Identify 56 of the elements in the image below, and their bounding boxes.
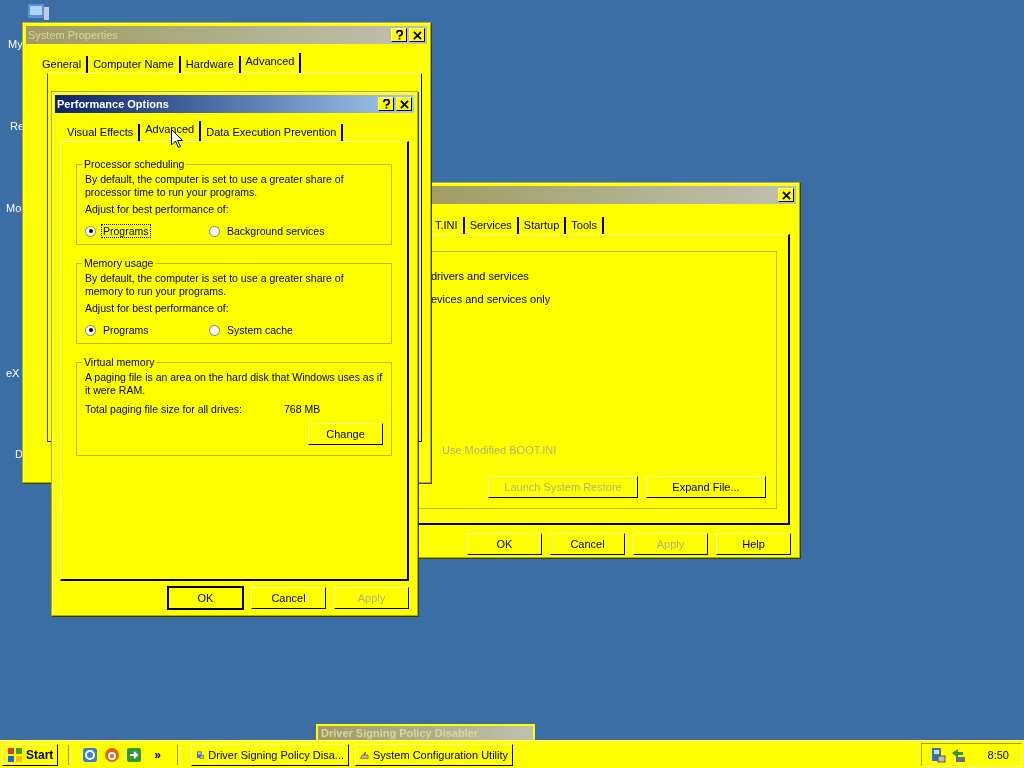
browser-icon[interactable]: [104, 746, 121, 763]
dialog-button[interactable]: OK: [467, 533, 542, 555]
group-title: Memory usage: [83, 257, 155, 269]
adjust-label: Adjust for best performance of:: [85, 302, 230, 315]
group-title: Virtual memory: [83, 356, 156, 368]
close-icon[interactable]: [409, 28, 425, 42]
radio-label[interactable]: Programs: [101, 323, 151, 337]
help-icon[interactable]: [378, 97, 394, 111]
tab[interactable]: Computer Name: [88, 56, 181, 73]
description-text: By default, the computer is set to use a greater share of processor time to run your programs.: [85, 173, 345, 199]
computer-icon[interactable]: [26, 4, 50, 20]
radio-button[interactable]: [209, 324, 220, 336]
tab[interactable]: Startup: [518, 217, 567, 234]
radio-button[interactable]: [85, 324, 96, 336]
group-title: Processor scheduling: [83, 158, 186, 170]
taskbar-button[interactable]: System Configuration Utility: [355, 743, 514, 766]
computer-icon[interactable]: [929, 746, 946, 763]
clock[interactable]: 8:50: [987, 748, 1009, 761]
close-icon[interactable]: [778, 188, 794, 202]
change-button[interactable]: Change: [308, 423, 383, 445]
description-text: By default, the computer is set to use a greater share of memory to run your programs.: [85, 272, 345, 298]
taskbar-button[interactable]: Driver Signing Policy Disa...: [191, 743, 350, 766]
start-button[interactable]: Start: [2, 743, 59, 766]
adjust-label: Adjust for best performance of:: [85, 203, 230, 216]
radio-label[interactable]: System cache: [225, 323, 295, 337]
tab[interactable]: Services: [464, 217, 519, 234]
close-icon[interactable]: [396, 97, 412, 111]
option-label[interactable]: drivers and services: [431, 270, 766, 282]
description-text: A paging file is an area on the hard disk that Windows uses as if it were RAM.: [85, 371, 383, 397]
total-value: 768 MB: [284, 403, 321, 415]
dialog-button[interactable]: Expand File...: [646, 476, 766, 498]
radio-label[interactable]: Programs: [101, 224, 151, 238]
tab[interactable]: Hardware: [180, 56, 241, 73]
windows-flag-icon: [7, 746, 23, 763]
dialog-button[interactable]: Cancel: [251, 587, 326, 609]
help-icon[interactable]: [391, 28, 407, 42]
dialog-button[interactable]: OK: [168, 587, 243, 609]
browser-icon[interactable]: [82, 746, 99, 763]
tab[interactable]: Advanced: [240, 53, 302, 73]
tab[interactable]: General: [37, 56, 89, 73]
more-button[interactable]: »: [154, 747, 162, 762]
radio-button[interactable]: [209, 225, 220, 237]
window-title: Performance Options: [57, 98, 169, 110]
tab[interactable]: Visual Effects: [62, 124, 141, 141]
dialog-button[interactable]: Help: [716, 533, 791, 555]
option-label[interactable]: evices and services only: [431, 293, 766, 305]
radio-button[interactable]: [85, 225, 96, 237]
dialog-button[interactable]: Cancel: [550, 533, 625, 555]
desktop-icon-label[interactable]: eX: [6, 367, 20, 379]
desktop-icon-label[interactable]: D: [15, 448, 23, 460]
total-label: Total paging file size for all drives:: [85, 403, 242, 415]
radio-label[interactable]: Background services: [225, 224, 327, 238]
tab[interactable]: Data Execution Prevention: [201, 124, 344, 141]
tab[interactable]: Tools: [566, 217, 604, 234]
desktop-icon-label[interactable]: My: [8, 38, 23, 50]
desktop-icon-label[interactable]: Mo: [6, 202, 22, 214]
